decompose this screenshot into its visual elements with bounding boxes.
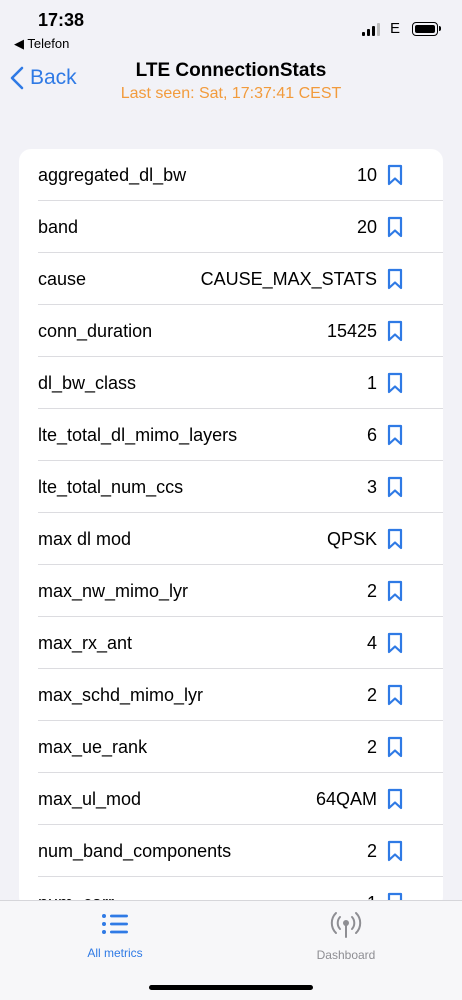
metric-label: max_schd_mimo_lyr	[38, 684, 204, 705]
metric-label: max dl mod	[38, 528, 132, 549]
metric-row[interactable]: num_band_components 2	[19, 825, 443, 877]
battery-icon	[412, 21, 441, 36]
bookmark-icon[interactable]	[387, 528, 403, 550]
bookmark-icon[interactable]	[387, 580, 403, 602]
metric-row[interactable]: max_ul_mod 64QAM	[19, 773, 443, 825]
bookmark-icon[interactable]	[387, 424, 403, 446]
metric-row[interactable]: cause CAUSE_MAX_STATS	[19, 253, 443, 305]
page-title: LTE ConnectionStats	[135, 60, 327, 81]
metric-value: 10	[356, 164, 377, 185]
metric-value: 20	[356, 216, 377, 237]
bookmark-icon[interactable]	[387, 164, 403, 186]
tab-all-metrics[interactable]: All metrics	[55, 911, 175, 960]
metric-row[interactable]: max dl mod QPSK	[19, 513, 443, 565]
bookmark-icon[interactable]	[387, 788, 403, 810]
antenna-icon	[330, 912, 362, 938]
bookmark-icon[interactable]	[387, 320, 403, 342]
metric-row[interactable]: conn_duration 15425	[19, 305, 443, 357]
network-type: E	[389, 20, 400, 37]
metric-value: 2	[366, 684, 377, 705]
metric-value: 2	[366, 736, 377, 757]
metric-value: 2	[366, 840, 377, 861]
tab-all-metrics-label: All metrics	[87, 946, 143, 960]
navigation-bar: Back LTE ConnectionStats Last seen: Sat,…	[0, 56, 462, 112]
battery-fill	[415, 24, 435, 33]
metric-label: band	[38, 216, 79, 237]
metric-row[interactable]: band 20	[19, 201, 443, 253]
metric-value: 64QAM	[315, 788, 377, 809]
metric-row[interactable]: aggregated_dl_bw 10	[19, 149, 443, 201]
metric-label: aggregated_dl_bw	[38, 164, 187, 185]
metric-value: 4	[366, 632, 377, 653]
metric-value: 1	[366, 372, 377, 393]
metric-value: 15425	[326, 320, 377, 341]
bookmark-icon[interactable]	[387, 476, 403, 498]
back-to-app-link[interactable]: ◀ Telefon	[14, 36, 69, 52]
bookmark-icon[interactable]	[387, 840, 403, 862]
metrics-list: aggregated_dl_bw 10 band 20 cause CAUSE_MAX_S…	[19, 149, 443, 909]
metric-row[interactable]: max_schd_mimo_lyr 2	[19, 669, 443, 721]
metric-row[interactable]: dl_bw_class 1	[19, 357, 443, 409]
last-seen-subtitle: Last seen: Sat, 17:37:41 CEST	[120, 85, 342, 102]
metric-label: dl_bw_class	[38, 372, 137, 393]
signal-icon	[361, 22, 380, 36]
bookmark-icon[interactable]	[387, 216, 403, 238]
metric-label: max_nw_mimo_lyr	[38, 580, 189, 601]
metric-label: max_ue_rank	[38, 736, 148, 757]
metric-label: conn_duration	[38, 320, 153, 341]
metric-row[interactable]: max_rx_ant 4	[19, 617, 443, 669]
tab-dashboard[interactable]: Dashboard	[286, 911, 406, 962]
bookmark-icon[interactable]	[387, 736, 403, 758]
status-time: 17:38	[38, 10, 85, 30]
home-indicator	[149, 985, 313, 990]
bookmark-icon[interactable]	[387, 632, 403, 654]
metric-row[interactable]: lte_total_dl_mimo_layers 6	[19, 409, 443, 461]
status-icons: E	[361, 20, 441, 37]
metric-label: lte_total_num_ccs	[38, 476, 184, 497]
metric-label: cause	[38, 268, 87, 289]
metric-value: 2	[366, 580, 377, 601]
metric-label: num_band_components	[38, 840, 232, 861]
metric-row[interactable]: lte_total_num_ccs 3	[19, 461, 443, 513]
status-bar: 17:38 ◀ Telefon E	[0, 0, 462, 56]
bookmark-icon[interactable]	[387, 684, 403, 706]
metric-value: 6	[366, 424, 377, 445]
metric-value: 3	[366, 476, 377, 497]
metric-label: max_rx_ant	[38, 632, 133, 653]
metric-label: lte_total_dl_mimo_layers	[38, 424, 238, 445]
metric-label: max_ul_mod	[38, 788, 142, 809]
metric-value: CAUSE_MAX_STATS	[200, 268, 377, 289]
metric-row[interactable]: max_ue_rank 2	[19, 721, 443, 773]
metric-row[interactable]: max_nw_mimo_lyr 2	[19, 565, 443, 617]
metric-value: QPSK	[326, 528, 377, 549]
bookmark-icon[interactable]	[387, 268, 403, 290]
list-icon	[102, 914, 128, 934]
bookmark-icon[interactable]	[387, 372, 403, 394]
tab-dashboard-label: Dashboard	[316, 948, 376, 962]
